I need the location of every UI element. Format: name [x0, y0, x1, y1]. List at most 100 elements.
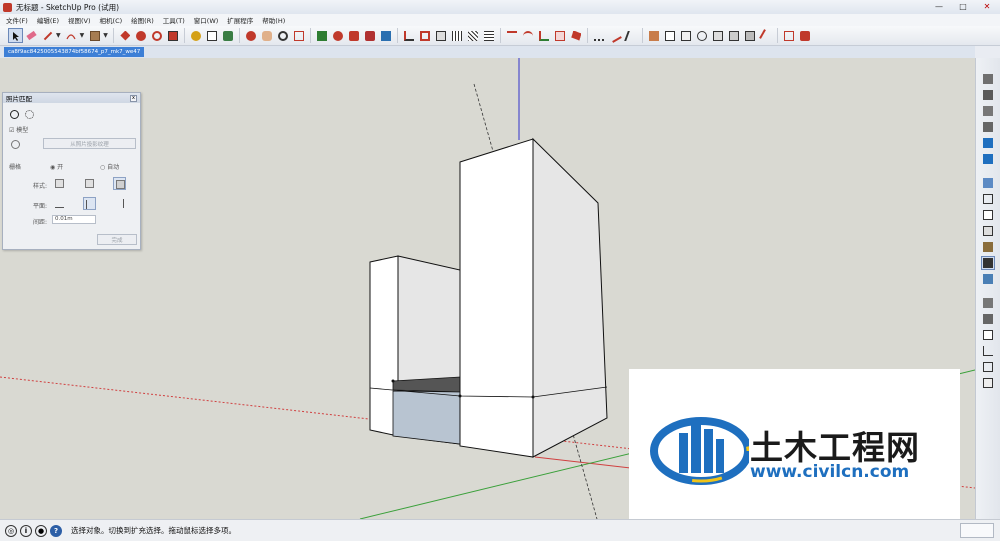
push-pull-tool-button[interactable] — [118, 28, 133, 43]
components-button[interactable] — [981, 312, 995, 326]
pan-tool-button[interactable] — [260, 28, 275, 43]
style-monochrome-button[interactable] — [981, 256, 995, 270]
menu-window[interactable]: 窗口(W) — [194, 15, 219, 25]
text-tool-button[interactable] — [205, 28, 220, 43]
right-view-button[interactable] — [695, 28, 710, 43]
home-button[interactable] — [981, 328, 995, 342]
grid-auto-radio[interactable]: ○ 自动 — [100, 162, 119, 171]
extension-button-2[interactable] — [798, 28, 813, 43]
extension-button-1[interactable] — [782, 28, 797, 43]
style-back-edges-button[interactable] — [981, 272, 995, 286]
maximize-button[interactable]: □ — [952, 0, 974, 12]
previous-view-button[interactable] — [981, 344, 995, 358]
view-iso-button[interactable] — [981, 72, 995, 86]
plane-red-blue-button[interactable] — [83, 197, 96, 210]
warehouse-button[interactable] — [315, 28, 330, 43]
plane-red-green-button[interactable] — [53, 197, 66, 210]
polygon-button[interactable] — [569, 28, 584, 43]
eraser-tool-button[interactable] — [24, 28, 39, 43]
menu-view[interactable]: 视图(V) — [68, 15, 91, 25]
view-top-button[interactable] — [981, 88, 995, 102]
menu-camera[interactable]: 相机(C) — [100, 15, 123, 25]
move-tool-button[interactable] — [134, 28, 149, 43]
scene-tab[interactable]: ca8f9ac8425005543874bf58674_p7_mk7_we47 — [4, 47, 145, 57]
view-left-button[interactable] — [981, 152, 995, 166]
grid-on-radio[interactable]: ◉ 开 — [50, 162, 63, 171]
style-above-button[interactable] — [83, 177, 96, 190]
rectangle-tool-button[interactable] — [87, 28, 102, 43]
account-icon[interactable]: ● — [35, 524, 47, 537]
view-back-button[interactable] — [981, 136, 995, 150]
follow-me-button[interactable] — [402, 28, 417, 43]
sandbox-grid-button[interactable] — [450, 28, 465, 43]
style-textured-button[interactable] — [981, 240, 995, 254]
dimension-button[interactable] — [505, 28, 520, 43]
scenes-button[interactable] — [981, 376, 995, 390]
axes-button[interactable] — [537, 28, 552, 43]
close-button[interactable]: ✕ — [976, 0, 998, 12]
xray-button[interactable] — [759, 28, 774, 43]
rotate-tool-button[interactable] — [150, 28, 165, 43]
share-model-button[interactable] — [347, 28, 362, 43]
style-shaded-button[interactable] — [981, 224, 995, 238]
arc-dropdown-icon[interactable]: ▼ — [80, 32, 85, 39]
menu-file[interactable]: 文件(F) — [6, 15, 28, 25]
offset-button[interactable] — [418, 28, 433, 43]
panel-close-button[interactable]: x — [130, 94, 137, 102]
zoom-tool-button[interactable] — [276, 28, 291, 43]
section-plane-button[interactable] — [553, 28, 568, 43]
top-view-button[interactable] — [663, 28, 678, 43]
front-view-button[interactable] — [679, 28, 694, 43]
pencil-tool-button[interactable] — [40, 28, 55, 43]
extension-warehouse-button[interactable] — [331, 28, 346, 43]
model-checkbox[interactable]: ☑ 模型 — [9, 125, 28, 134]
paint-bucket-tool-button[interactable] — [221, 28, 236, 43]
back-view-button[interactable] — [711, 28, 726, 43]
spacing-input[interactable]: 0.01m — [52, 215, 96, 224]
protractor-button[interactable] — [521, 28, 536, 43]
menu-extensions[interactable]: 扩展程序 — [227, 15, 253, 25]
solid-tools-button[interactable] — [434, 28, 449, 43]
view-front-button[interactable] — [981, 104, 995, 118]
add-photo-button[interactable] — [8, 108, 21, 121]
rectangle-dropdown-icon[interactable]: ▼ — [103, 32, 108, 39]
iso-view-button[interactable] — [647, 28, 662, 43]
menu-edit[interactable]: 编辑(E) — [37, 15, 59, 25]
sandbox-contours-button[interactable] — [466, 28, 481, 43]
style-below-button[interactable] — [113, 177, 126, 190]
left-view-button[interactable] — [727, 28, 742, 43]
scale-tool-button[interactable] — [166, 28, 181, 43]
style-hidden-line-button[interactable] — [981, 208, 995, 222]
menu-help[interactable]: 帮助(H) — [262, 15, 285, 25]
view-right-button[interactable] — [981, 120, 995, 134]
layers-button[interactable] — [981, 296, 995, 310]
photo-settings-button[interactable] — [23, 108, 36, 121]
style-button[interactable] — [743, 28, 758, 43]
layout-button[interactable] — [379, 28, 394, 43]
style-xray-button[interactable] — [981, 176, 995, 190]
menu-tools[interactable]: 工具(T) — [163, 15, 185, 25]
measurements-box[interactable] — [960, 523, 994, 538]
select-tool-button[interactable] — [8, 28, 23, 43]
warehouse-house-button[interactable] — [981, 360, 995, 374]
tape-measure-tool-button[interactable] — [189, 28, 204, 43]
menu-draw[interactable]: 绘图(R) — [131, 15, 154, 25]
get-models-button[interactable] — [363, 28, 378, 43]
arc-tool-button[interactable] — [64, 28, 79, 43]
line-button[interactable] — [608, 28, 623, 43]
style-inside-button[interactable] — [53, 177, 66, 190]
done-button[interactable]: 完成 — [97, 234, 137, 245]
plane-green-blue-button[interactable] — [113, 197, 126, 210]
pencil-dropdown-icon[interactable]: ▼ — [56, 32, 61, 39]
smoove-button[interactable] — [482, 28, 497, 43]
style-wireframe-button[interactable] — [981, 192, 995, 206]
minimize-button[interactable]: — — [928, 0, 950, 12]
credits-icon[interactable]: i — [20, 524, 32, 537]
project-texture-button[interactable]: 从照片投影纹理 — [43, 138, 136, 149]
help-icon[interactable]: ? — [50, 524, 62, 537]
orbit-tool-button[interactable] — [244, 28, 259, 43]
geo-location-icon[interactable]: ◎ — [5, 524, 17, 537]
zoom-extents-button[interactable] — [292, 28, 307, 43]
walk-button[interactable] — [624, 28, 639, 43]
freehand-button[interactable] — [592, 28, 607, 43]
